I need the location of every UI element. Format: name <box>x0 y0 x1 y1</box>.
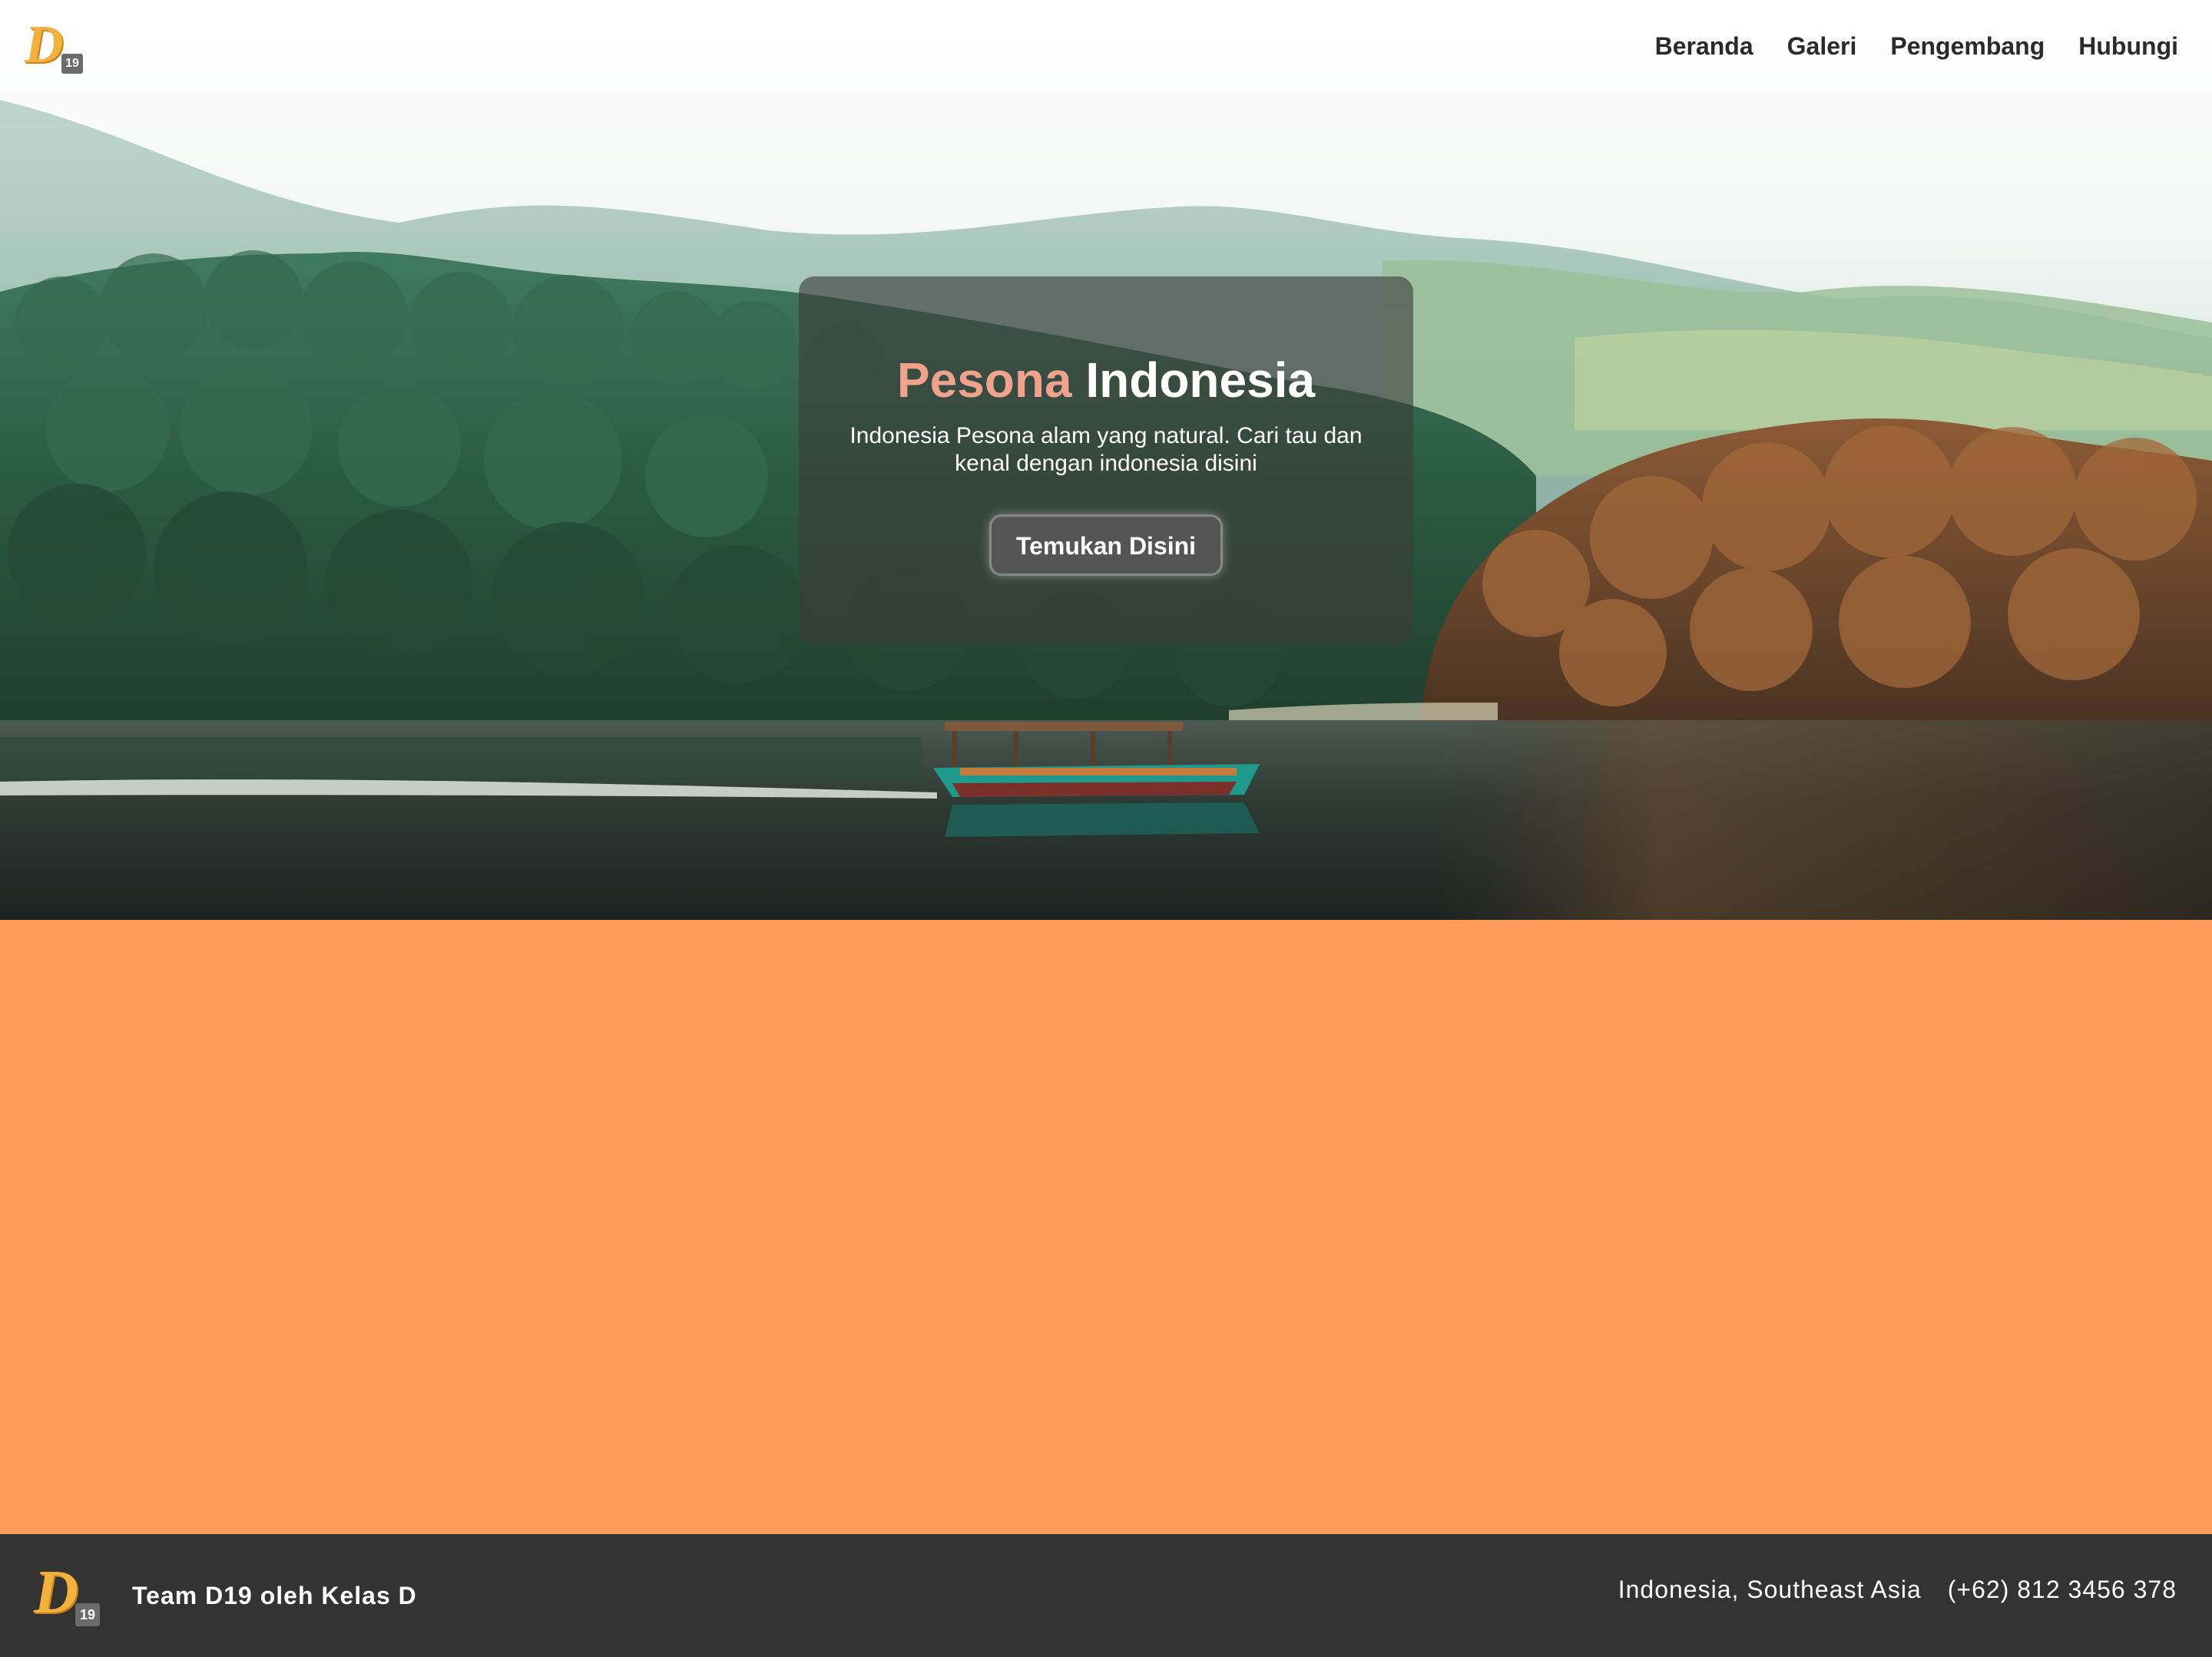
hero-title: Pesona Indonesia <box>799 353 1413 407</box>
hero-section: D 19 Beranda Galeri Pengembang Hubungi P… <box>0 0 2212 920</box>
footer: D 19 Team D19 oleh Kelas D Indonesia, So… <box>0 1534 2212 1657</box>
hero-title-rest: Indonesia <box>1085 352 1316 408</box>
main-nav: Beranda Galeri Pengembang Hubungi <box>1655 31 2178 61</box>
footer-logo-letter: D <box>34 1559 78 1626</box>
footer-logo-badge: 19 <box>75 1603 100 1626</box>
nav-link-hubungi[interactable]: Hubungi <box>2078 31 2178 61</box>
hero-card: Pesona Indonesia Indonesia Pesona alam y… <box>799 276 1413 645</box>
footer-logo: D 19 <box>34 1562 101 1626</box>
hero-title-accent: Pesona <box>896 352 1072 408</box>
footer-contact: Indonesia, Southeast Asia (+62) 812 3456… <box>1618 1576 2177 1604</box>
page: D 19 Beranda Galeri Pengembang Hubungi P… <box>0 0 2212 1657</box>
nav-link-pengembang[interactable]: Pengembang <box>1890 31 2045 61</box>
logo-badge: 19 <box>61 54 83 74</box>
main-content-area <box>0 920 2212 1534</box>
logo-letter: D <box>25 15 64 74</box>
footer-location: Indonesia, Southeast Asia <box>1618 1576 1922 1603</box>
cta-button[interactable]: Temukan Disini <box>988 514 1224 576</box>
hero-subtitle: Indonesia Pesona alam yang natural. Cari… <box>849 423 1363 476</box>
footer-phone: (+62) 812 3456 378 <box>1947 1576 2177 1603</box>
nav-link-galeri[interactable]: Galeri <box>1787 31 1857 61</box>
brand-logo[interactable]: D 19 <box>25 18 86 75</box>
nav-link-beranda[interactable]: Beranda <box>1655 31 1753 61</box>
footer-team-text: Team D19 oleh Kelas D <box>132 1582 417 1609</box>
